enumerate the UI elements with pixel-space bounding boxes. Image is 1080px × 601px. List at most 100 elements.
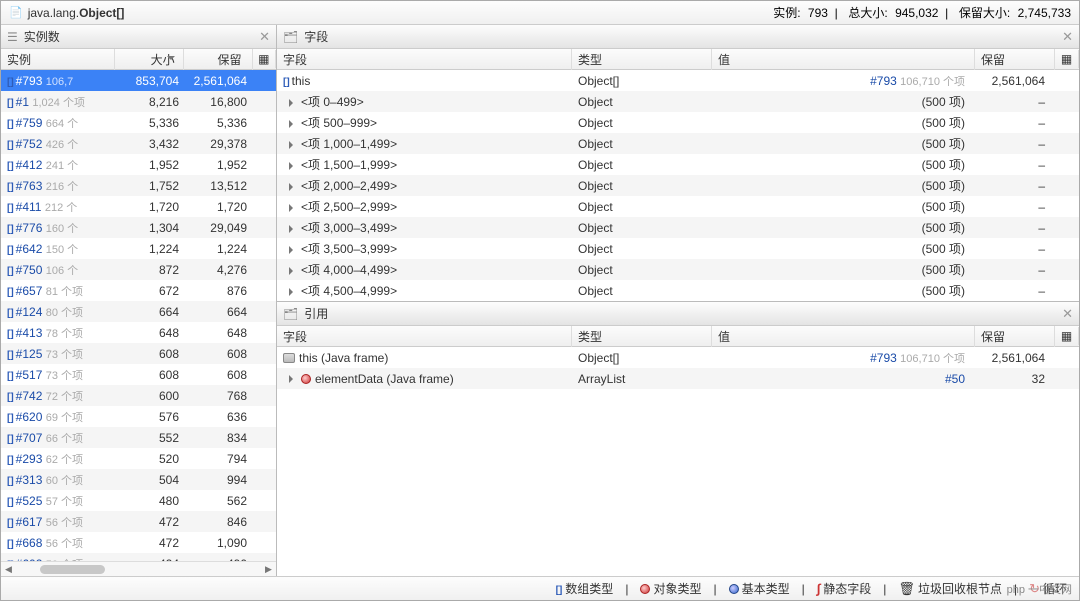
- instance-row[interactable]: []#752 426 个3,43229,378: [1, 133, 276, 154]
- array-icon: []: [7, 77, 14, 88]
- instance-row[interactable]: []#759 664 个5,3365,336: [1, 112, 276, 133]
- field-range-row[interactable]: <项 2,500–2,999>Object(500 项)–: [277, 196, 1079, 217]
- frame-icon: [283, 353, 295, 363]
- instance-row[interactable]: []#411 212 个1,7201,720: [1, 196, 276, 217]
- array-icon: []: [7, 119, 14, 130]
- close-icon[interactable]: ✕: [1062, 306, 1073, 322]
- instance-row[interactable]: []#412 241 个1,9521,952: [1, 154, 276, 175]
- fields-header-row: 字段 类型 值 保留 ▦: [277, 49, 1079, 70]
- col-type[interactable]: 类型: [572, 49, 712, 70]
- field-range-row[interactable]: <项 3,000–3,499>Object(500 项)–: [277, 217, 1079, 238]
- field-range-row[interactable]: <项 1,000–1,499>Object(500 项)–: [277, 133, 1079, 154]
- scrollbar-h[interactable]: ◀ ▶: [1, 561, 276, 576]
- instance-row[interactable]: []#602 50 个项424490: [1, 553, 276, 561]
- array-icon: []: [7, 434, 14, 445]
- array-icon: []: [7, 224, 14, 235]
- array-icon: []: [7, 203, 14, 214]
- fields-panel: 🗂 字段 ✕ 字段 类型 值 保留 ▦ []thisObject[]#793 1…: [277, 25, 1079, 302]
- instance-row[interactable]: []#517 73 个项608608: [1, 364, 276, 385]
- expand-icon[interactable]: [289, 375, 297, 383]
- field-range-row[interactable]: <项 4,500–4,999>Object(500 项)–: [277, 280, 1079, 301]
- field-range-row[interactable]: <项 4,000–4,499>Object(500 项)–: [277, 259, 1079, 280]
- array-icon: []: [7, 371, 14, 382]
- expand-icon[interactable]: [289, 162, 297, 170]
- instance-row[interactable]: []#525 57 个项480562: [1, 490, 276, 511]
- instance-row[interactable]: []#413 78 个项648648: [1, 322, 276, 343]
- close-icon[interactable]: ✕: [259, 29, 270, 45]
- class-title: java.lang.Object[]: [28, 6, 770, 20]
- field-range-row[interactable]: <项 500–999>Object(500 项)–: [277, 112, 1079, 133]
- col-retained[interactable]: 保留: [975, 326, 1055, 347]
- col-picker-icon[interactable]: ▦: [253, 50, 277, 68]
- expand-icon[interactable]: [289, 267, 297, 275]
- array-icon: []: [7, 455, 14, 466]
- col-retained[interactable]: 保留: [975, 49, 1055, 70]
- expand-icon[interactable]: [289, 120, 297, 128]
- instances-panel: ☰ 实例数 ✕ 实例 大小 保留 ▦ []#793 106,7853,7042,…: [1, 25, 277, 576]
- instance-row[interactable]: []#642 150 个1,2241,224: [1, 238, 276, 259]
- expand-icon[interactable]: [289, 246, 297, 254]
- instance-row[interactable]: []#657 81 个项672876: [1, 280, 276, 301]
- col-picker-icon[interactable]: ▦: [1055, 50, 1079, 68]
- instances-header-row: 实例 大小 保留 ▦: [1, 49, 276, 70]
- col-field[interactable]: 字段: [277, 49, 572, 70]
- legend-footer: 数组类型 | 对象类型 | 基本类型 | ∫静态字段 | 🗑垃圾回收根节点 | …: [1, 576, 1079, 600]
- instance-row[interactable]: []#763 216 个1,75213,512: [1, 175, 276, 196]
- col-value[interactable]: 值: [712, 49, 975, 70]
- col-type[interactable]: 类型: [572, 326, 712, 347]
- instance-row[interactable]: []#313 60 个项504994: [1, 469, 276, 490]
- expand-icon[interactable]: [289, 183, 297, 191]
- field-range-row[interactable]: <项 1,500–1,999>Object(500 项)–: [277, 154, 1079, 175]
- instance-row[interactable]: []#750 106 个8724,276: [1, 259, 276, 280]
- array-icon: []: [7, 308, 14, 319]
- object-icon: [301, 374, 311, 384]
- instance-row[interactable]: []#793 106,7853,7042,561,064: [1, 70, 276, 91]
- instance-row[interactable]: []#668 56 个项4721,090: [1, 532, 276, 553]
- col-value[interactable]: 值: [712, 326, 975, 347]
- close-icon[interactable]: ✕: [1062, 29, 1073, 45]
- expand-icon[interactable]: [289, 99, 297, 107]
- col-picker-icon[interactable]: ▦: [1055, 327, 1079, 345]
- legend-gcroot: 🗑垃圾回收根节点: [898, 580, 1002, 597]
- instance-row[interactable]: []#617 56 个项472846: [1, 511, 276, 532]
- array-icon: []: [7, 98, 14, 109]
- instance-row[interactable]: []#707 66 个项552834: [1, 427, 276, 448]
- array-icon: []: [283, 77, 290, 88]
- field-this-row[interactable]: []thisObject[]#793 106,710 个项2,561,064: [277, 70, 1079, 91]
- array-icon: []: [7, 350, 14, 361]
- legend-array: 数组类型: [556, 580, 614, 597]
- legend-static: ∫静态字段: [817, 580, 872, 597]
- array-icon: []: [7, 245, 14, 256]
- instance-row[interactable]: []#124 80 个项664664: [1, 301, 276, 322]
- reference-row[interactable]: elementData (Java frame)ArrayList#50 32: [277, 368, 1079, 389]
- refs-icon: 🗂: [283, 307, 298, 321]
- col-size[interactable]: 大小: [115, 49, 184, 70]
- field-range-row[interactable]: <项 2,000–2,499>Object(500 项)–: [277, 175, 1079, 196]
- instance-row[interactable]: []#776 160 个1,30429,049: [1, 217, 276, 238]
- expand-icon[interactable]: [289, 225, 297, 233]
- instance-row[interactable]: []#125 73 个项608608: [1, 343, 276, 364]
- reference-row[interactable]: this (Java frame)Object[]#793 106,710 个项…: [277, 347, 1079, 368]
- instance-row[interactable]: []#1 1,024 个项8,21616,800: [1, 91, 276, 112]
- list-icon: ☰: [7, 30, 18, 44]
- array-icon: []: [7, 182, 14, 193]
- col-instance[interactable]: 实例: [1, 49, 115, 70]
- fields-title: 字段: [304, 28, 1062, 45]
- expand-icon[interactable]: [289, 204, 297, 212]
- array-icon: []: [7, 476, 14, 487]
- field-range-row[interactable]: <项 3,500–3,999>Object(500 项)–: [277, 238, 1079, 259]
- col-field[interactable]: 字段: [277, 326, 572, 347]
- field-range-row[interactable]: <项 0–499>Object(500 项)–: [277, 91, 1079, 112]
- array-icon: []: [7, 539, 14, 550]
- array-icon: []: [7, 161, 14, 172]
- expand-icon[interactable]: [289, 141, 297, 149]
- col-retained[interactable]: 保留: [184, 49, 253, 70]
- references-panel: 🗂 引用 ✕ 字段 类型 值 保留 ▦ this (Java frame)Obj…: [277, 302, 1079, 576]
- fields-icon: 🗂: [283, 30, 298, 44]
- instance-row[interactable]: []#742 72 个项600768: [1, 385, 276, 406]
- instance-row[interactable]: []#620 69 个项576636: [1, 406, 276, 427]
- instance-row[interactable]: []#293 62 个项520794: [1, 448, 276, 469]
- array-icon: []: [7, 392, 14, 403]
- legend-object: 对象类型: [640, 580, 701, 597]
- expand-icon[interactable]: [289, 288, 297, 296]
